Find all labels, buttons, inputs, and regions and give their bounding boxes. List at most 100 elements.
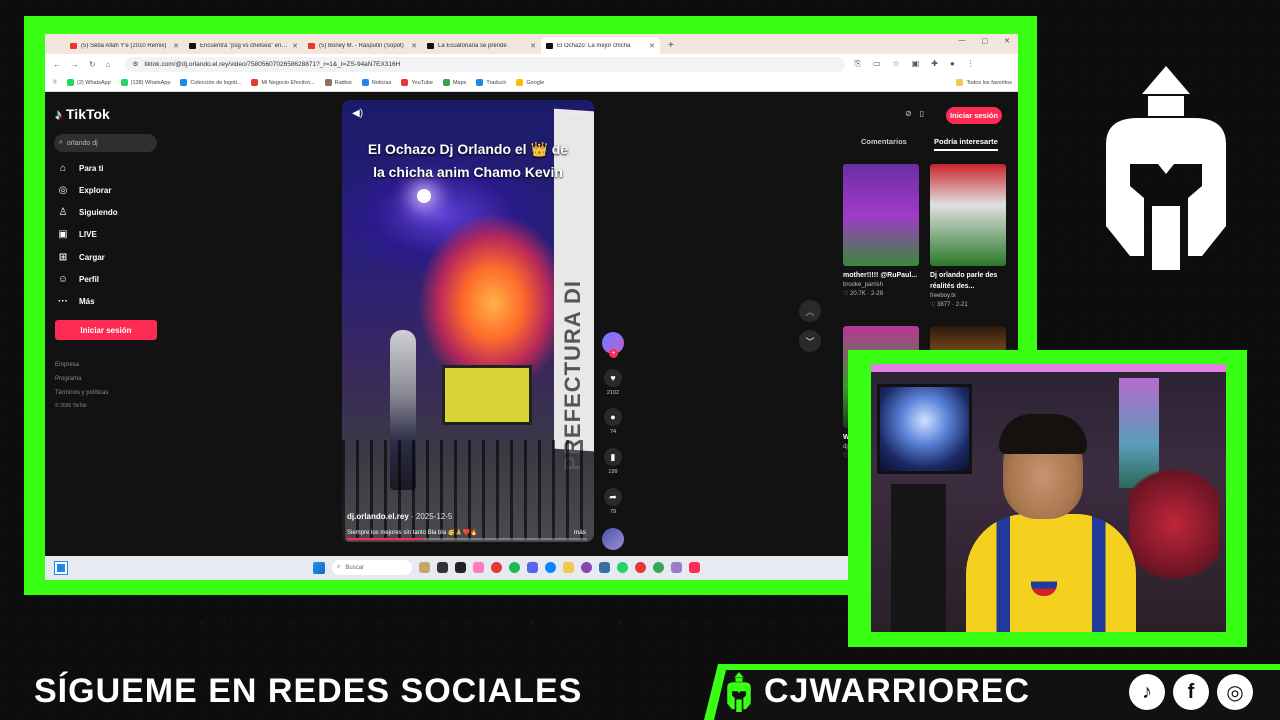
tab-close-icon[interactable]: ✕ — [292, 42, 298, 50]
windows-start-icon[interactable] — [313, 561, 325, 574]
profile-icon[interactable]: ● — [950, 59, 955, 69]
card-user: brooke_parrish — [843, 282, 884, 288]
sidebar-item[interactable]: ⌂ Para ti — [56, 160, 176, 176]
puzzle-icon[interactable]: ✚ — [931, 59, 938, 69]
chrome-profile-icon[interactable] — [653, 562, 664, 573]
home-icon[interactable]: ⌂ — [106, 60, 111, 69]
sidebar-item[interactable]: ♙ Siguiendo — [56, 205, 176, 221]
sidebar-item[interactable]: ☺ Perfil — [56, 272, 176, 288]
app-icon[interactable] — [671, 562, 682, 573]
volume-icon[interactable]: ◀) — [352, 108, 363, 119]
widgets-icon[interactable] — [54, 561, 68, 575]
video-player[interactable]: PREFECTURA DI El Ochazo Dj Orlando el 👑 … — [342, 100, 594, 542]
bookmark-item[interactable]: YouTube — [401, 79, 433, 86]
extension-icon[interactable]: ▣ — [912, 59, 920, 69]
tab-close-icon[interactable]: ✕ — [173, 42, 179, 50]
sidebar-item[interactable]: ⊞ Cargar — [56, 249, 176, 265]
header-login-button[interactable]: Iniciar sesión — [946, 107, 1002, 124]
task-view-icon[interactable] — [437, 562, 448, 573]
taskbar-search[interactable]: ⌕ Buscar — [332, 560, 412, 575]
bookmark-item[interactable]: Maps — [442, 79, 466, 86]
all-bookmarks-button[interactable]: Todos los favoritos — [956, 79, 1012, 86]
address-bar[interactable]: ⚙ tiktok.com/@dj.orlando.el.rey/video/75… — [124, 56, 845, 72]
bookmark-item[interactable]: Traducir — [476, 79, 506, 86]
video-more-icon[interactable]: ⋯ — [570, 106, 582, 120]
browser-tab[interactable]: (5) Boney M. - Rasputin (Sopot) ✕ — [303, 37, 422, 54]
browser-tab[interactable]: (5) Seba Allah Y'e (2010 Remix) ✕ — [65, 37, 184, 54]
compass-icon[interactable]: ⊘ — [905, 109, 912, 118]
discord-icon[interactable] — [527, 562, 538, 573]
obs-icon[interactable] — [491, 562, 502, 573]
previous-video-button[interactable]: ︿ — [799, 300, 821, 322]
bookmark-item[interactable]: Noticias — [361, 79, 391, 86]
browser-tab[interactable]: El Ochazo: La mejor chicha ✕ — [541, 37, 660, 54]
tab-favicon-icon — [427, 42, 434, 49]
edge-icon[interactable] — [545, 562, 556, 573]
tiktok-icon[interactable] — [689, 562, 700, 573]
footer-copyright: © 2026 TikTok — [55, 403, 87, 409]
share-action[interactable]: ➦ 79 — [600, 488, 626, 515]
video-more-link[interactable]: más — [574, 529, 586, 536]
recommended-video-card[interactable]: mother!!!!! @RuPaul... brooke_parrish ♡ 20… — [843, 164, 919, 297]
footer-program-link[interactable]: Programa — [55, 376, 81, 382]
footer-company-link[interactable]: Empresa — [55, 362, 79, 368]
tab-close-icon[interactable]: ✕ — [649, 42, 655, 50]
minimize-icon[interactable]: — — [959, 37, 966, 45]
streamer-shirt — [966, 514, 1136, 632]
forward-icon[interactable]: → — [71, 60, 79, 69]
bookmark-item[interactable]: Mi Negocio Efectivo... — [251, 79, 315, 86]
paint-icon[interactable] — [473, 562, 484, 573]
bookmark-favicon-icon — [120, 79, 128, 86]
translate-icon[interactable]: ⎘ — [855, 59, 861, 69]
like-action[interactable]: ♥ 2102 — [600, 369, 626, 396]
new-tab-button[interactable]: + — [668, 40, 674, 51]
tiktok-logo[interactable]: ♪ TikTok — [55, 106, 110, 122]
close-icon[interactable]: ✕ — [1004, 37, 1010, 45]
weather-icon[interactable] — [419, 562, 430, 573]
comment-action[interactable]: ● 74 — [600, 408, 626, 435]
chrome-icon[interactable] — [635, 562, 646, 573]
login-button[interactable]: Iniciar sesión — [55, 320, 157, 340]
next-video-button[interactable]: ﹀ — [799, 330, 821, 352]
search-input[interactable]: ⌕ orlando dj — [54, 134, 157, 152]
maximize-icon[interactable]: ▢ — [982, 37, 989, 45]
video-author[interactable]: dj.orlando.el.rey · 2025-12-5 — [347, 512, 452, 521]
bookmark-item[interactable]: (138) WhatsApp — [120, 79, 170, 86]
store-icon[interactable] — [599, 562, 610, 573]
sidebar-item[interactable]: ··· Más — [56, 294, 176, 310]
sidebar-item[interactable]: ▣ LIVE — [56, 227, 176, 243]
browser-tab[interactable]: Encuentra "psg vs chelsea" en TikTok ✕ — [184, 37, 303, 54]
tab-comments[interactable]: Comentarios — [861, 137, 907, 146]
site-info-icon[interactable]: ⚙ — [133, 60, 139, 68]
music-disc[interactable] — [602, 528, 624, 550]
device-icon[interactable]: ▯ — [920, 109, 924, 118]
browser-tab[interactable]: La Ecuatoriana se prende ✕ — [422, 37, 541, 54]
bookmark-item[interactable]: Colección de logoti... — [180, 79, 241, 86]
tab-close-icon[interactable]: ✕ — [530, 42, 536, 50]
spotify-icon[interactable] — [509, 562, 520, 573]
footer-terms-link[interactable]: Términos y políticas — [55, 390, 108, 396]
reload-icon[interactable]: ↻ — [89, 60, 96, 69]
apps-icon[interactable]: ⠿ — [53, 80, 57, 86]
browser-toolbar: ← → ↻ ⌂ ⚙ tiktok.com/@dj.orlando.el.rey/… — [45, 54, 1018, 74]
follow-plus-icon[interactable]: + — [609, 349, 618, 358]
cast-icon[interactable]: ▭ — [873, 59, 881, 69]
recommended-video-card[interactable]: Dj orlando parle des réalités des... free… — [930, 164, 1006, 308]
back-icon[interactable]: ← — [53, 60, 61, 69]
bookmark-item[interactable]: (2) WhatsApp — [67, 79, 111, 86]
tab-interest[interactable]: Podría interesarte — [934, 137, 998, 151]
bookmark-item[interactable]: Radios — [324, 79, 352, 86]
capcut-icon[interactable] — [455, 562, 466, 573]
star-icon[interactable]: ☆ — [893, 59, 900, 69]
whatsapp-icon[interactable] — [617, 562, 628, 573]
sidebar-item[interactable]: ◎ Explorar — [56, 182, 176, 198]
save-action[interactable]: ▮ 199 — [600, 448, 626, 475]
video-progress-bar[interactable] — [347, 538, 587, 540]
file-explorer-icon[interactable] — [563, 562, 574, 573]
bookmark-item[interactable]: Google — [516, 79, 544, 86]
video-thumbnail — [843, 164, 919, 266]
menu-icon[interactable]: ⋮ — [967, 59, 975, 69]
bookmark-icon: ▮ — [604, 448, 622, 466]
app-icon[interactable] — [581, 562, 592, 573]
tab-close-icon[interactable]: ✕ — [411, 42, 417, 50]
